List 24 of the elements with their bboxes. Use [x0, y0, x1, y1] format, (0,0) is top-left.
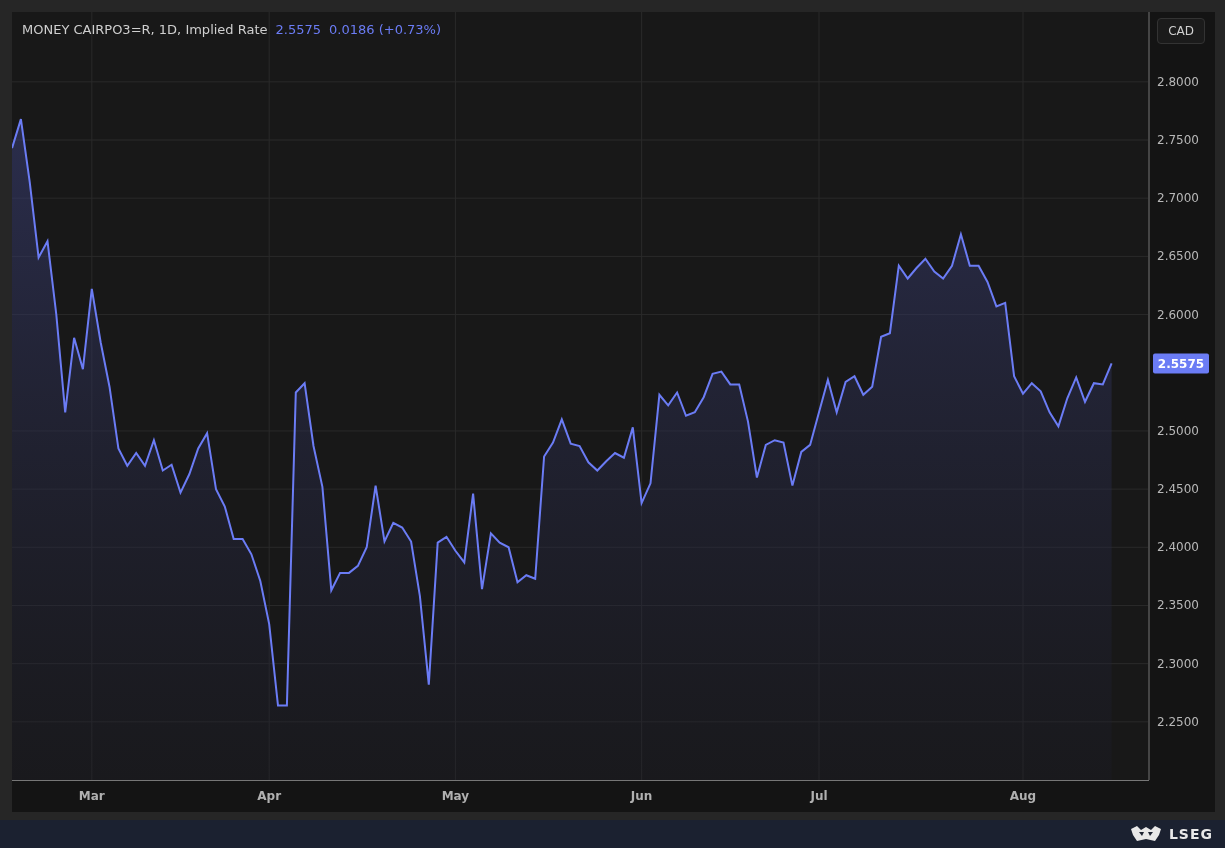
- x-axis-label: May: [441, 789, 470, 803]
- brand-name: LSEG: [1168, 826, 1213, 842]
- y-axis-label: 2.7500: [1157, 133, 1199, 147]
- last-value-tag: 2.5575: [1153, 353, 1209, 374]
- current-value: 2.5575: [275, 22, 322, 37]
- y-axis-label: 2.6500: [1157, 249, 1199, 264]
- change-value: 0.0186 (+0.73%): [329, 22, 441, 37]
- y-axis-label: 2.2500: [1157, 714, 1199, 729]
- y-axis-label: 2.3500: [1157, 598, 1199, 613]
- currency-button[interactable]: CAD: [1157, 18, 1205, 44]
- x-axis-label: Aug: [1009, 789, 1037, 803]
- y-axis-label: 2.4500: [1157, 482, 1199, 497]
- y-axis-label: 2.6000: [1157, 307, 1199, 322]
- y-axis-label: 2.4000: [1157, 540, 1199, 555]
- x-axis-label: Mar: [78, 789, 105, 803]
- y-axis-label: 2.8000: [1157, 74, 1199, 89]
- x-axis-label: Jul: [810, 789, 828, 803]
- y-axis-label: 2.5000: [1157, 423, 1199, 438]
- x-axis-label: Apr: [257, 789, 282, 803]
- y-axis-label: 2.7000: [1157, 191, 1199, 206]
- lion-crest-icon: [1128, 825, 1163, 843]
- y-axis-label: 2.3000: [1157, 656, 1199, 671]
- chart-title: MONEY CAIRPO3=R, 1D, Implied Rate: [22, 22, 268, 37]
- x-axis-label: Jun: [630, 789, 653, 803]
